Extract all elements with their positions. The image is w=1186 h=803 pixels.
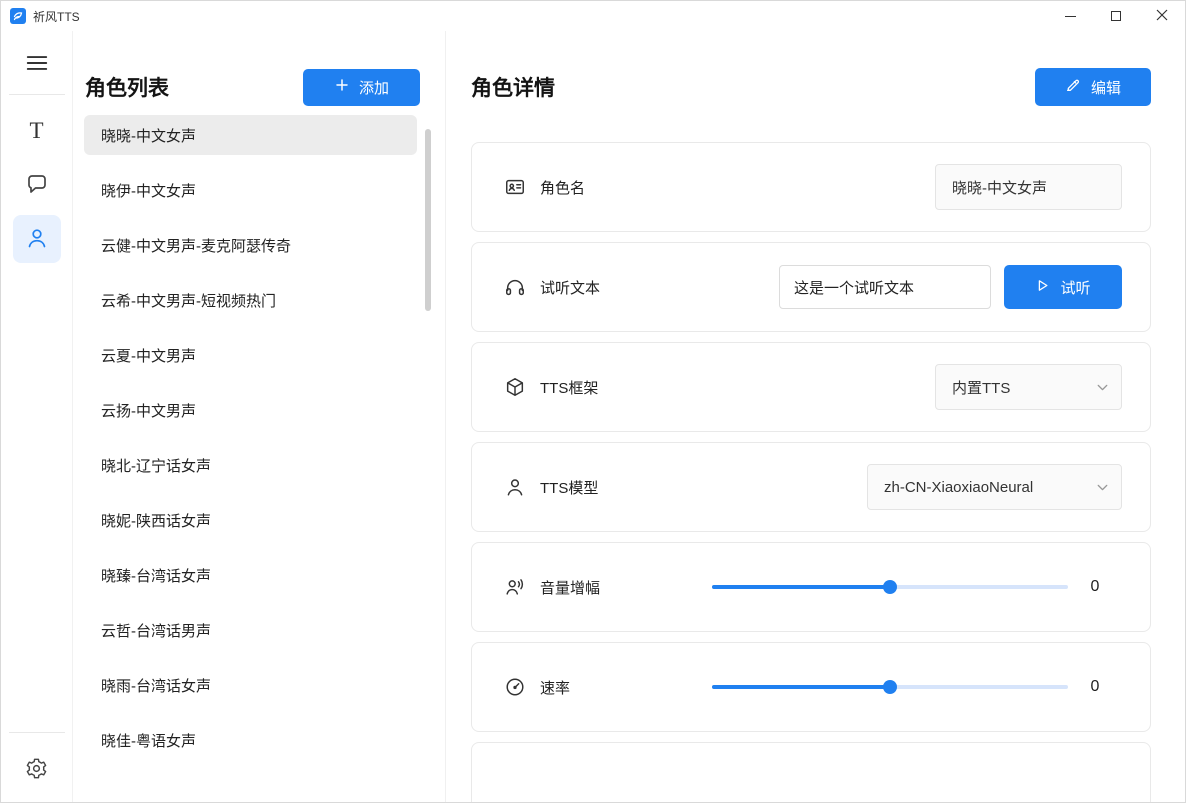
slider-fill: [712, 585, 890, 589]
list-item[interactable]: 晓北-辽宁话女声: [84, 445, 417, 485]
sidebar-item-chat[interactable]: [13, 161, 61, 209]
preview-text-card: 试听文本 试听: [471, 242, 1151, 332]
sidebar-item-roles[interactable]: [13, 215, 61, 263]
maximize-icon: [1111, 11, 1121, 21]
sidebar-divider-bottom: [9, 732, 65, 733]
preview-text-input[interactable]: [779, 265, 991, 309]
list-item[interactable]: 晓妮-陕西话女声: [84, 500, 417, 540]
slider-thumb[interactable]: [883, 680, 897, 694]
list-item[interactable]: 云夏-中文男声: [84, 335, 417, 375]
listen-button-label: 试听: [1060, 277, 1090, 298]
speaking-person-icon: [504, 576, 526, 598]
titlebar: 祈风TTS: [1, 1, 1185, 31]
window-controls: [1047, 1, 1185, 31]
tts-framework-value: 内置TTS: [952, 377, 1010, 398]
sidebar-item-text[interactable]: T: [13, 107, 61, 155]
chevron-down-icon: [1094, 379, 1111, 396]
tts-model-value: zh-CN-XiaoxiaoNeural: [884, 479, 1033, 496]
list-item[interactable]: 云希-中文男声-短视频热门: [84, 280, 417, 320]
hamburger-menu-button[interactable]: [15, 43, 59, 85]
person-icon: [504, 476, 526, 498]
close-icon: [1156, 9, 1168, 24]
volume-gain-label: 音量增幅: [540, 577, 600, 598]
minimize-button[interactable]: [1047, 1, 1093, 31]
rate-value: 0: [1068, 678, 1122, 696]
role-detail-panel: 角色详情 编辑 角色名 晓晓-中文女声 试听文: [446, 31, 1185, 802]
plus-icon: [334, 77, 350, 97]
role-list: 晓晓-中文女声晓伊-中文女声云健-中文男声-麦克阿瑟传奇云希-中文男声-短视频热…: [84, 115, 445, 802]
add-role-button[interactable]: 添加: [303, 69, 420, 106]
app-logo-icon: [10, 8, 26, 24]
tts-model-select[interactable]: zh-CN-XiaoxiaoNeural: [867, 464, 1122, 510]
list-item[interactable]: 晓臻-台湾话女声: [84, 555, 417, 595]
tts-model-label: TTS模型: [540, 477, 598, 498]
role-list-title: 角色列表: [85, 72, 169, 102]
play-icon: [1035, 278, 1050, 297]
id-card-icon: [504, 176, 526, 198]
detail-cards: 角色名 晓晓-中文女声 试听文本 试听: [471, 142, 1151, 802]
sidebar-item-settings[interactable]: [15, 748, 59, 792]
chevron-down-icon: [1094, 479, 1111, 496]
text-tool-icon: T: [29, 118, 43, 144]
listen-button[interactable]: 试听: [1004, 265, 1122, 309]
list-item[interactable]: 云健-中文男声-麦克阿瑟传奇: [84, 225, 417, 265]
role-detail-title: 角色详情: [471, 72, 555, 102]
roles-person-icon: [25, 226, 49, 253]
slider-thumb[interactable]: [883, 580, 897, 594]
volume-value: 0: [1068, 578, 1122, 596]
add-role-button-label: 添加: [359, 77, 389, 98]
minimize-icon: [1065, 16, 1076, 17]
list-item[interactable]: 云扬-中文男声: [84, 390, 417, 430]
role-name-label: 角色名: [540, 177, 585, 198]
role-list-scrollbar[interactable]: [425, 129, 431, 311]
role-detail-header: 角色详情 编辑: [471, 67, 1151, 107]
volume-slider[interactable]: [712, 579, 1068, 595]
speedometer-icon: [504, 676, 526, 698]
rate-card: 速率 0: [471, 642, 1151, 732]
app-window: 祈风TTS T: [0, 0, 1186, 803]
tts-framework-select[interactable]: 内置TTS: [935, 364, 1122, 410]
role-list-panel: 角色列表 添加 晓晓-中文女声晓伊-中文女声云健-中文男声-麦克阿瑟传奇云希-中…: [73, 31, 446, 802]
list-item[interactable]: 晓晓-中文女声: [84, 115, 417, 155]
preview-text-label: 试听文本: [540, 277, 600, 298]
tts-model-card: TTS模型 zh-CN-XiaoxiaoNeural: [471, 442, 1151, 532]
maximize-button[interactable]: [1093, 1, 1139, 31]
headphones-icon: [504, 276, 526, 298]
slider-fill: [712, 685, 890, 689]
role-list-header: 角色列表 添加: [85, 67, 420, 107]
hamburger-menu-icon: [24, 50, 50, 79]
edit-button[interactable]: 编辑: [1035, 68, 1151, 106]
tts-framework-card: TTS框架 内置TTS: [471, 342, 1151, 432]
list-item[interactable]: 晓佳-粤语女声: [84, 720, 417, 760]
role-name-card: 角色名 晓晓-中文女声: [471, 142, 1151, 232]
list-item[interactable]: 云哲-台湾话男声: [84, 610, 417, 650]
icon-sidebar: T: [1, 31, 73, 802]
next-card-partial: [471, 742, 1151, 802]
tts-framework-label: TTS框架: [540, 377, 598, 398]
sidebar-divider-top: [9, 94, 65, 95]
close-button[interactable]: [1139, 1, 1185, 31]
settings-gear-icon: [25, 757, 48, 783]
chat-bubble-icon: [25, 172, 49, 199]
rate-slider[interactable]: [712, 679, 1068, 695]
list-item[interactable]: 晓雨-台湾话女声: [84, 665, 417, 705]
package-icon: [504, 376, 526, 398]
role-name-value: 晓晓-中文女声: [935, 164, 1122, 210]
rate-label: 速率: [540, 677, 570, 698]
list-item[interactable]: 晓伊-中文女声: [84, 170, 417, 210]
edit-button-label: 编辑: [1091, 77, 1121, 98]
pencil-icon: [1065, 77, 1081, 97]
app-title: 祈风TTS: [33, 8, 80, 25]
volume-gain-card: 音量增幅 0: [471, 542, 1151, 632]
